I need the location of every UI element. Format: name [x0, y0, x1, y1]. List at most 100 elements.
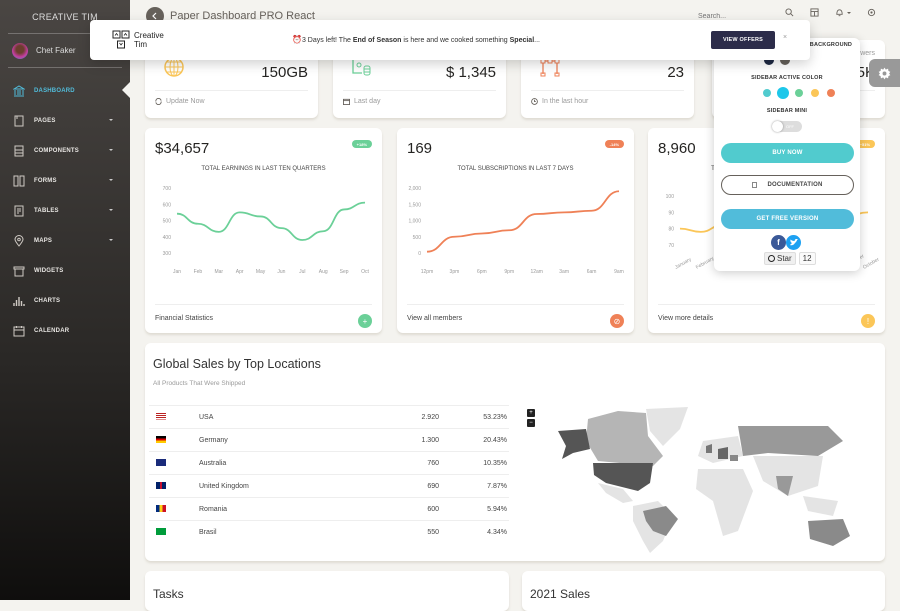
view-offers-button[interactable]: VIEW OFFERS [711, 31, 775, 49]
clock-icon [531, 98, 538, 105]
sidebar-active-color-option[interactable] [795, 89, 803, 97]
sales-percent: 20.43% [439, 429, 509, 452]
book-icon [13, 115, 25, 127]
sidebar-item-label: CHARTS [34, 298, 60, 304]
get-free-version-button[interactable]: GET FREE VERSION [721, 209, 854, 229]
notifications-dropdown[interactable] [835, 8, 851, 17]
sales-percent: 10.35% [439, 452, 509, 475]
x-tick-label: 3am [559, 269, 569, 275]
map-zoom-out-button[interactable]: − [527, 419, 535, 427]
sidebar-item-pages[interactable]: PAGES [0, 106, 130, 136]
world-map[interactable] [538, 401, 878, 556]
x-tick-label: Jan [173, 269, 181, 275]
sidebar-mini-heading: SIDEBAR MINI [714, 108, 860, 114]
alarm-clock-icon: ⏰ [292, 35, 302, 44]
sidebar-mini-toggle[interactable]: OFF [772, 121, 802, 132]
divider [407, 304, 624, 305]
x-tick-label: Jul [299, 269, 305, 275]
map-germany [718, 447, 728, 459]
box-icon [13, 265, 25, 277]
pin-icon [13, 235, 25, 247]
bell-icon [835, 8, 844, 17]
chart-footer-link[interactable]: View all members [407, 315, 462, 322]
x-tick-label: Mar [214, 269, 223, 275]
y-tick-label: 80 [668, 227, 674, 233]
divider [531, 90, 684, 91]
map-australia [808, 519, 850, 546]
sidebar-item-components[interactable]: COMPONENTS [0, 136, 130, 166]
x-tick-label: Sep [340, 269, 349, 275]
chart-footer-link[interactable]: View more details [658, 315, 713, 322]
active-indicator [122, 82, 130, 98]
chart-title: TOTAL EARNINGS IN LAST TEN QUARTERS [145, 166, 382, 172]
sidebar-item-label: DASHBOARD [34, 88, 75, 94]
stat-footer[interactable]: Last day [343, 98, 380, 105]
sales-row: Brasil5504.34% [149, 521, 509, 544]
promo-bold-1: End of Season [353, 37, 402, 44]
series-line [427, 191, 619, 251]
sales-percent: 5.94% [439, 498, 509, 521]
twitter-icon [790, 239, 798, 246]
sidebar-item-charts[interactable]: CHARTS [0, 286, 130, 316]
divider [155, 90, 308, 91]
chart-action-button[interactable]: ⊘ [610, 314, 624, 328]
tasks-card: Tasks [145, 571, 509, 611]
y-tick-label: 500 [413, 235, 422, 241]
sales-row: USA2.92053.23% [149, 406, 509, 429]
layout-icon[interactable] [810, 8, 819, 17]
layout-icon [13, 145, 25, 157]
sidebar-active-color-option[interactable] [827, 89, 835, 97]
sidebar-item-maps[interactable]: MAPS [0, 226, 130, 256]
stat-footer-text: Update Now [166, 98, 205, 105]
calendar-icon [13, 325, 25, 337]
bank-icon [13, 85, 25, 97]
sidebar-item-dashboard[interactable]: DASHBOARD [0, 76, 130, 106]
flag-de-icon [156, 436, 166, 443]
caret-down-icon [109, 149, 113, 151]
github-star-button[interactable]: Star [764, 252, 796, 265]
sales-row: Australia76010.35% [149, 452, 509, 475]
chart-footer-link[interactable]: Financial Statistics [155, 315, 213, 322]
chart-card-value: $34,657 [155, 140, 209, 157]
chevron-left-icon [151, 12, 159, 20]
map-zoom-in-button[interactable]: + [527, 409, 535, 417]
sidebar-item-forms[interactable]: FORMS [0, 166, 130, 196]
chart-action-button[interactable]: + [358, 314, 372, 328]
sidebar-active-color-option[interactable] [811, 89, 819, 97]
sales-table: USA2.92053.23%Germany1.30020.43%Australi… [149, 405, 509, 544]
global-sales-title: Global Sales by Top Locations [153, 357, 321, 371]
sidebar-item-tables[interactable]: TABLES [0, 196, 130, 226]
buy-now-button[interactable]: BUY NOW [721, 143, 854, 163]
settings-toggle-tab[interactable] [869, 59, 900, 87]
map-greenland [646, 407, 688, 446]
sidebar-item-label: PAGES [34, 118, 56, 124]
line-chart: 05001,0001,5002,00012pm3pm6pm9pm12am3am6… [397, 178, 634, 278]
sales-count: 690 [359, 475, 439, 498]
flag-us-icon [156, 413, 166, 420]
logo-line1: Creative [134, 31, 164, 40]
chart-title: TOTAL SUBSCRIPTIONS IN LAST 7 DAYS [397, 166, 634, 172]
stat-footer[interactable]: Update Now [155, 98, 205, 105]
documentation-button[interactable]: DOCUMENTATION [721, 175, 854, 195]
sales-count: 1.300 [359, 429, 439, 452]
global-sales-card: Global Sales by Top Locations All Produc… [145, 343, 885, 561]
sidebar: CREATIVE TIM Chet Faker DASHBOARDPAGESCO… [0, 0, 130, 600]
sidebar-active-color-option[interactable] [777, 87, 789, 99]
creative-tim-logo[interactable]: CreativeTim [112, 30, 164, 50]
chart-action-button[interactable]: ! [861, 314, 875, 328]
sidebar-item-calendar[interactable]: CALENDAR [0, 316, 130, 346]
stat-value: $ 1,345 [446, 64, 496, 81]
twitter-share-button[interactable] [786, 235, 801, 250]
map-africa [696, 469, 753, 536]
sidebar-nav: DASHBOARD PAGES COMPONENTSFORMSTABLESMAPSW… [0, 76, 130, 346]
stat-footer[interactable]: In the last hour [531, 98, 588, 105]
country-name: USA [199, 406, 359, 429]
settings-icon[interactable] [867, 8, 876, 17]
facebook-share-button[interactable]: f [771, 235, 786, 250]
sidebar-active-color-option[interactable] [763, 89, 771, 97]
close-promo-button[interactable]: × [783, 34, 787, 41]
divider [658, 304, 875, 305]
chart-card-2: 169-14%TOTAL SUBSCRIPTIONS IN LAST 7 DAY… [397, 128, 634, 333]
sidebar-item-widgets[interactable]: WIDGETS [0, 256, 130, 286]
search-icon[interactable] [785, 8, 794, 17]
